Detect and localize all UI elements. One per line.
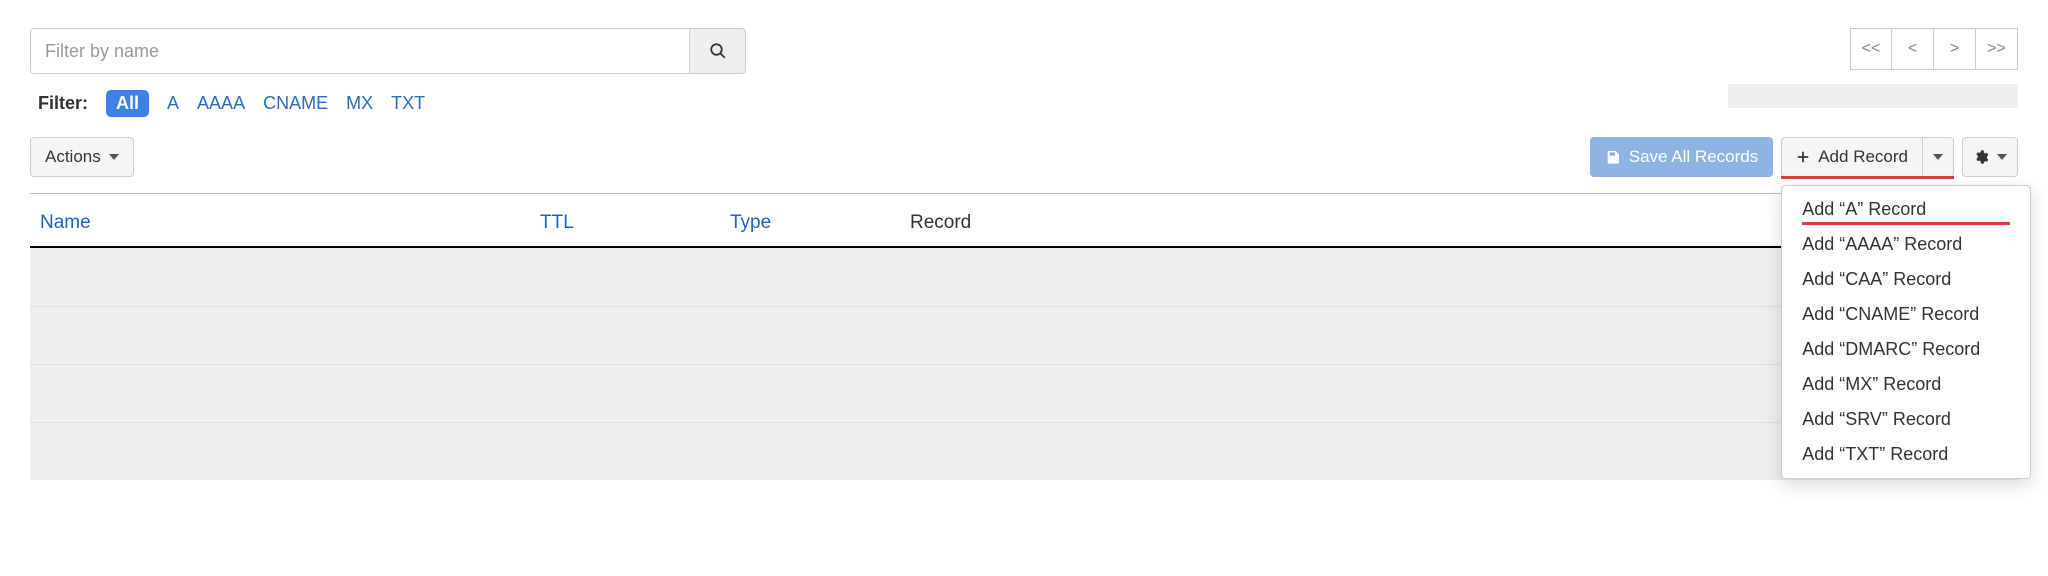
type-filter-row: Filter: All A AAAA CNAME MX TXT	[30, 84, 2018, 129]
bulk-actions-button[interactable]: Actions	[30, 137, 134, 177]
caret-down-icon	[1933, 154, 1943, 160]
save-all-records-button[interactable]: Save All Records	[1590, 137, 1773, 177]
toolbar-divider	[30, 193, 2018, 194]
caret-down-icon	[1997, 154, 2007, 160]
add-record-menu-item[interactable]: Add “TXT” Record	[1782, 437, 2030, 472]
gear-icon	[1973, 149, 1989, 165]
pagination-controls: << < > >>	[1850, 28, 2018, 70]
filter-a-link[interactable]: A	[167, 93, 179, 114]
column-ttl[interactable]: TTL	[530, 202, 720, 247]
save-icon	[1605, 149, 1621, 165]
page-prev-button[interactable]: <	[1892, 28, 1934, 70]
add-record-menu-item[interactable]: Add “A” Record	[1782, 192, 2030, 227]
actions-toolbar: Actions Save All Records Add Recor	[30, 129, 2018, 185]
filter-mx-link[interactable]: MX	[346, 93, 373, 114]
filter-aaaa-link[interactable]: AAAA	[197, 93, 245, 114]
add-record-menu-item[interactable]: Add “MX” Record	[1782, 367, 2030, 402]
caret-down-icon	[109, 154, 119, 160]
highlight-underline	[1781, 176, 1954, 179]
save-all-label: Save All Records	[1629, 147, 1758, 167]
table-body: Delete	[30, 248, 2018, 480]
column-type[interactable]: Type	[720, 202, 900, 247]
add-record-dropdown-toggle[interactable]	[1923, 137, 1954, 177]
column-name[interactable]: Name	[30, 202, 530, 247]
search-icon	[709, 42, 727, 60]
results-count-bar	[1728, 84, 2018, 108]
settings-button[interactable]	[1962, 137, 2018, 177]
table-row	[30, 248, 2018, 306]
column-record: Record	[900, 202, 1638, 247]
add-record-split-button: Add Record Add “A” RecordAdd “AAAA” Reco…	[1781, 137, 1954, 177]
add-record-menu-item[interactable]: Add “CNAME” Record	[1782, 297, 2030, 332]
plus-icon	[1796, 150, 1810, 164]
dns-records-table: Name TTL Type Record Actions	[30, 202, 2018, 480]
add-record-dropdown-menu: Add “A” RecordAdd “AAAA” RecordAdd “CAA”…	[1781, 185, 2031, 479]
filter-label: Filter:	[38, 93, 88, 114]
add-record-menu-item[interactable]: Add “AAAA” Record	[1782, 227, 2030, 262]
search-input-group	[30, 28, 746, 74]
table-row: Delete	[30, 422, 2018, 480]
add-record-menu-item[interactable]: Add “SRV” Record	[1782, 402, 2030, 437]
actions-label: Actions	[45, 147, 101, 167]
toolbar-right-group: Save All Records Add Record Add “A” Reco…	[1590, 137, 2018, 177]
page-last-button[interactable]: >>	[1976, 28, 2018, 70]
table-row	[30, 364, 2018, 422]
add-record-button[interactable]: Add Record	[1781, 137, 1923, 177]
filter-all-badge[interactable]: All	[106, 90, 149, 117]
add-record-menu-item[interactable]: Add “CAA” Record	[1782, 262, 2030, 297]
add-record-menu-item[interactable]: Add “DMARC” Record	[1782, 332, 2030, 367]
search-and-pagination-row: << < > >>	[30, 28, 2018, 74]
page-next-button[interactable]: >	[1934, 28, 1976, 70]
filter-cname-link[interactable]: CNAME	[263, 93, 328, 114]
filter-by-name-input[interactable]	[30, 28, 690, 74]
search-button[interactable]	[690, 28, 746, 74]
table-row	[30, 306, 2018, 364]
add-record-label: Add Record	[1818, 147, 1908, 167]
filter-txt-link[interactable]: TXT	[391, 93, 425, 114]
page-first-button[interactable]: <<	[1850, 28, 1892, 70]
